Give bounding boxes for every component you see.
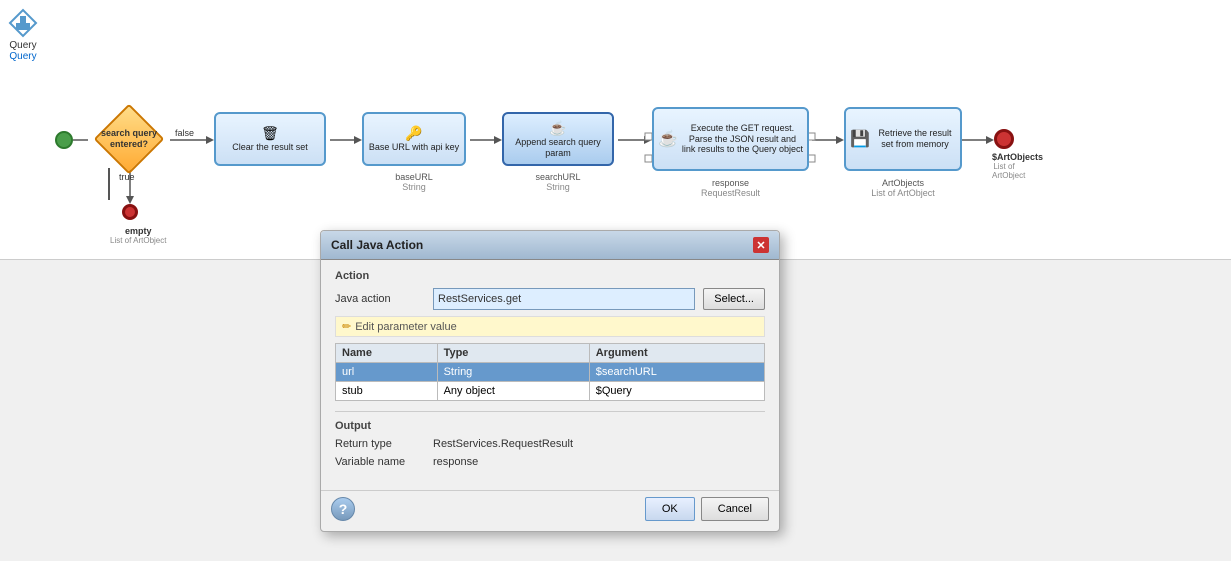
java-action-label: Java action (335, 293, 425, 305)
cancel-button[interactable]: Cancel (701, 497, 769, 521)
append-icon: ☕ (549, 120, 566, 137)
false-label: false (175, 128, 194, 138)
dialog-body: Action Java action Select... ✏ Edit para… (321, 260, 779, 484)
param-table-header: Name Type Argument (336, 344, 765, 363)
clear-label: Clear the result set (232, 142, 308, 153)
decision-diamond: search query entered? (88, 108, 170, 170)
param-table-row[interactable]: stubAny object$Query (336, 382, 765, 401)
append-label: Append search query param (508, 137, 608, 159)
param-cell-argument: $Query (589, 382, 764, 401)
execute-task-box[interactable]: ☕ Execute the GET request. Parse the JSO… (652, 107, 809, 171)
param-cell-type: String (437, 363, 589, 382)
variable-name-label: Variable name (335, 456, 425, 468)
true-label: true (119, 172, 135, 182)
dialog-footer: ? OK Cancel (321, 490, 779, 531)
section-divider (335, 411, 765, 412)
output-section-label: Output (335, 420, 765, 432)
java-action-row: Java action Select... (335, 288, 765, 310)
append-task-box[interactable]: ☕ Append search query param (502, 112, 614, 166)
query-arrow-svg (8, 8, 38, 38)
java-action-input[interactable] (433, 288, 695, 310)
query-icon: Query Query (8, 8, 38, 62)
param-cell-argument: $searchURL (589, 363, 764, 382)
baseurl-task-box[interactable]: 🔑 Base URL with api key (362, 112, 466, 166)
clear-icon: 🗑 (261, 125, 279, 142)
execute-icon: ☕ (658, 129, 678, 149)
query-label: Query (9, 40, 36, 51)
param-header-name: Name (336, 344, 438, 363)
empty-label: empty List of ArtObject (110, 226, 166, 245)
baseurl-label: Base URL with api key (369, 142, 459, 153)
param-header-type: Type (437, 344, 589, 363)
execute-label: Execute the GET request. Parse the JSON … (682, 123, 803, 155)
variable-name-value: response (433, 456, 478, 468)
retrieve-task-box[interactable]: 💾 Retrieve the result set from memory (844, 107, 962, 171)
param-cell-type: Any object (437, 382, 589, 401)
param-cell-name: url (336, 363, 438, 382)
artobjects-label: $ArtObjects List of ArtObject (992, 152, 1016, 180)
retrieve-sub: ArtObjects List of ArtObject (844, 178, 962, 198)
edit-param-label: Edit parameter value (355, 321, 457, 333)
workflow-canvas: Query Query search query entered? false … (0, 0, 1231, 260)
variable-name-row: Variable name response (335, 456, 765, 468)
retrieve-label: Retrieve the result set from memory (874, 128, 956, 150)
dialog-title: Call Java Action (331, 238, 423, 252)
baseurl-sub: baseURL String (362, 172, 466, 192)
return-type-row: Return type RestServices.RequestResult (335, 438, 765, 450)
param-table-row[interactable]: urlString$searchURL (336, 363, 765, 382)
select-button[interactable]: Select... (703, 288, 765, 310)
dialog-titlebar: Call Java Action ✕ (321, 231, 779, 260)
decision-label: search query entered? (95, 128, 163, 150)
query-sublabel: Query (9, 51, 36, 62)
param-cell-name: stub (336, 382, 438, 401)
append-sub: searchURL String (502, 172, 614, 192)
param-table: Name Type Argument urlString$searchURLst… (335, 343, 765, 401)
edit-param-icon: ✏ (342, 320, 351, 333)
call-java-action-dialog: Call Java Action ✕ Action Java action Se… (320, 230, 780, 532)
retrieve-icon: 💾 (850, 129, 870, 149)
end-circle-main (994, 129, 1014, 149)
clear-task-box[interactable]: 🗑 Clear the result set (214, 112, 326, 166)
return-type-value: RestServices.RequestResult (433, 438, 573, 450)
end-circle-empty (122, 204, 138, 220)
return-type-label: Return type (335, 438, 425, 450)
execute-sub: response RequestResult (652, 178, 809, 198)
param-header-argument: Argument (589, 344, 764, 363)
start-circle (55, 131, 73, 149)
action-section-label: Action (335, 270, 765, 282)
baseurl-icon: 🔑 (405, 125, 422, 142)
dialog-close-button[interactable]: ✕ (753, 237, 769, 253)
true-branch-line (108, 168, 110, 200)
edit-param-bar: ✏ Edit parameter value (335, 316, 765, 337)
footer-left: ? (331, 497, 639, 521)
help-icon[interactable]: ? (331, 497, 355, 521)
ok-button[interactable]: OK (645, 497, 695, 521)
